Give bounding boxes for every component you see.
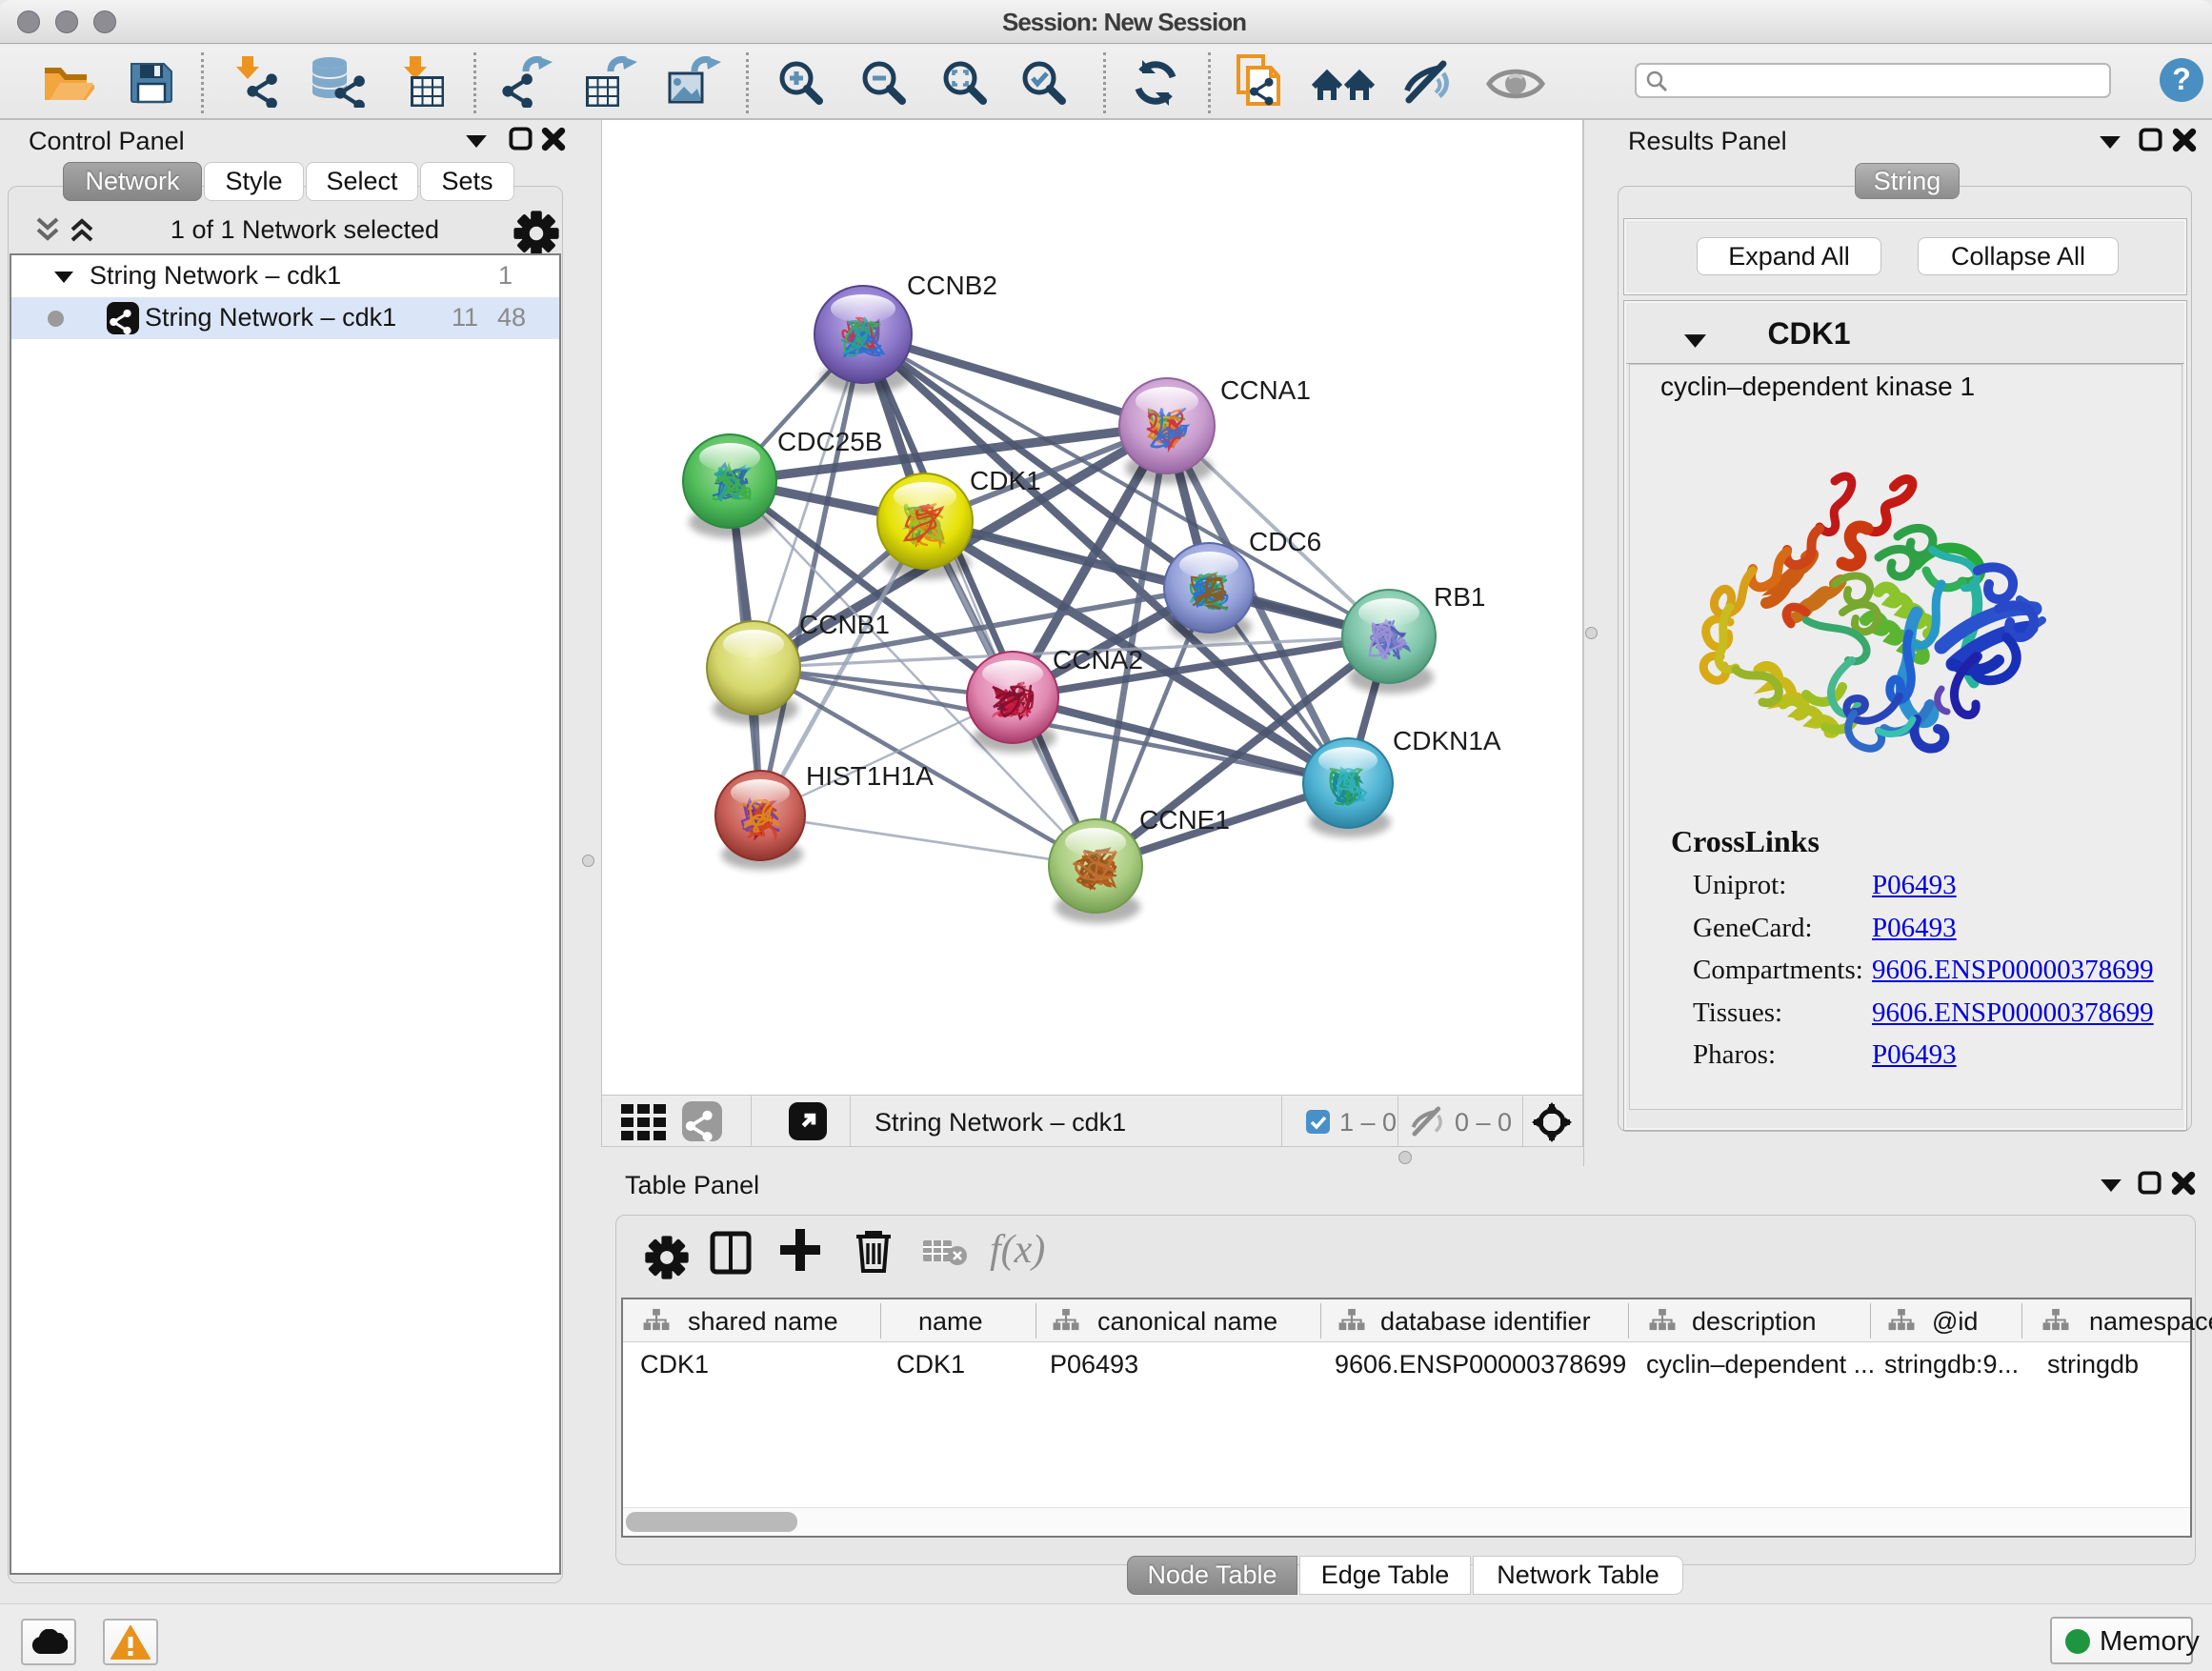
svg-text:CDC6: CDC6	[1249, 527, 1321, 556]
svg-text:CDKN1A: CDKN1A	[1393, 726, 1501, 755]
svg-text:?: ?	[2172, 62, 2191, 96]
svg-text:CDC25B: CDC25B	[777, 427, 882, 456]
svg-text:HIST1H1A: HIST1H1A	[806, 761, 934, 791]
svg-text:CCNB2: CCNB2	[907, 271, 997, 300]
svg-text:CDK1: CDK1	[970, 466, 1041, 495]
svg-text:CCNE1: CCNE1	[1139, 805, 1230, 835]
svg-text:RB1: RB1	[1434, 582, 1485, 612]
svg-text:CCNB1: CCNB1	[799, 610, 890, 639]
svg-text:CCNA1: CCNA1	[1220, 375, 1311, 405]
svg-text:CCNA2: CCNA2	[1053, 645, 1143, 674]
